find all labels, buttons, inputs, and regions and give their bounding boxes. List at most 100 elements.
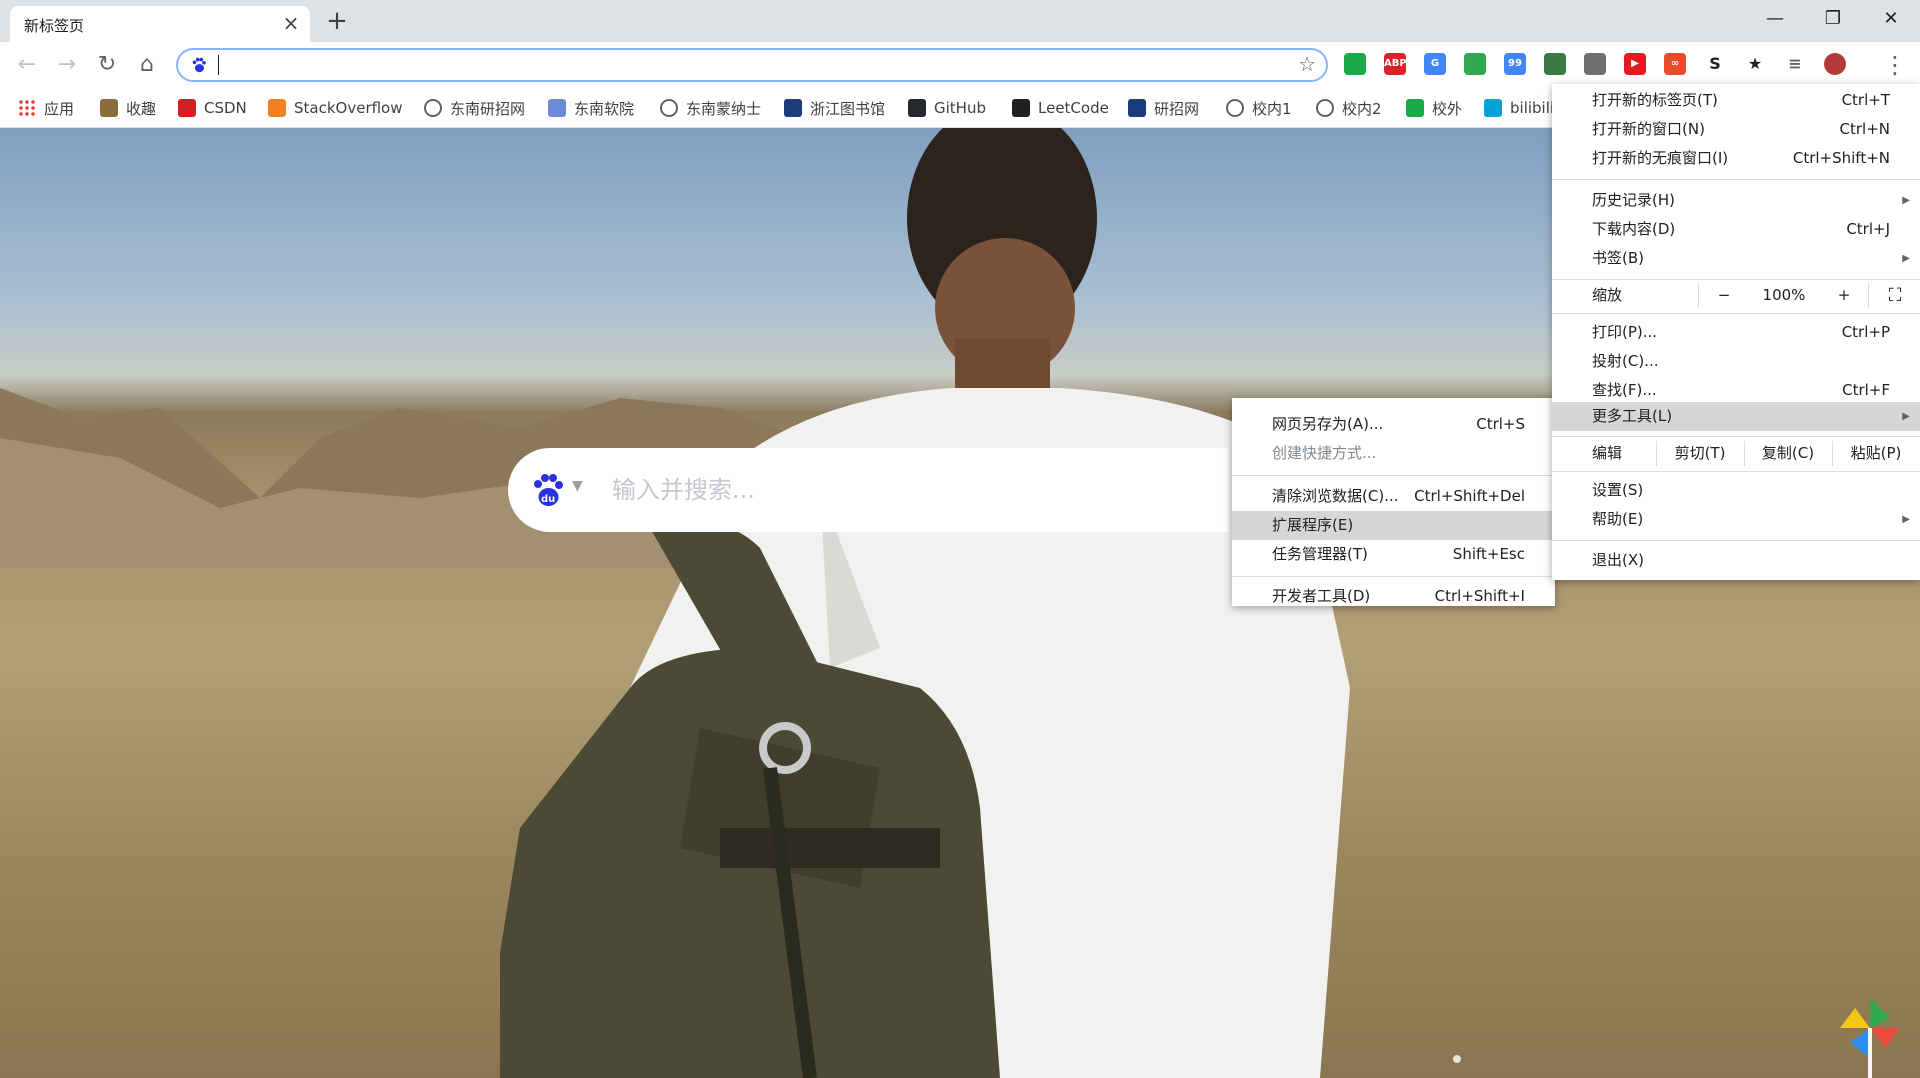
exit-item[interactable]: 退出(X) xyxy=(1552,546,1920,575)
bookmark-item[interactable]: 东南研招网 xyxy=(424,94,525,122)
menu-kebab-icon[interactable]: ⋮ xyxy=(1880,50,1910,80)
history-item[interactable]: 历史记录(H) ▶ xyxy=(1552,186,1920,215)
globe-icon xyxy=(424,99,442,117)
gamepad-extension[interactable] xyxy=(1584,53,1606,75)
save-page-as-item[interactable]: 网页另存为(A)... Ctrl+S xyxy=(1232,410,1555,439)
translate-extension[interactable]: G xyxy=(1424,53,1446,75)
downloads-item[interactable]: 下载内容(D) Ctrl+J xyxy=(1552,215,1920,244)
bilibili-icon xyxy=(1484,99,1502,117)
adblock-plus-extension[interactable]: ABP xyxy=(1384,53,1407,75)
profile-avatar[interactable] xyxy=(1824,53,1846,75)
bookmark-item[interactable]: 东南蒙纳士 xyxy=(660,94,761,122)
close-window-button[interactable]: ✕ xyxy=(1868,4,1914,34)
s-extension[interactable]: S xyxy=(1704,53,1726,75)
new-tab-button[interactable]: + xyxy=(322,8,352,36)
apps-grid-icon xyxy=(18,99,36,117)
create-shortcut-item: 创建快捷方式... xyxy=(1232,439,1555,468)
tab-title: 新标签页 xyxy=(24,17,85,35)
bookmark-item[interactable]: 研招网 xyxy=(1128,94,1199,122)
seu-seal-icon xyxy=(548,99,566,117)
home-icon[interactable]: ⌂ xyxy=(132,50,162,80)
star-extension[interactable]: ★ xyxy=(1744,53,1766,75)
task-manager-item[interactable]: 任务管理器(T) Shift+Esc xyxy=(1232,540,1555,569)
bookmark-item[interactable]: StackOverflow xyxy=(268,94,403,122)
menu-item-label: 清除浏览数据(C)... xyxy=(1272,487,1399,505)
bookmarks-item[interactable]: 书签(B) ▶ xyxy=(1552,244,1920,273)
baidu-logo-icon[interactable]: du xyxy=(528,470,568,510)
bookmark-label: 东南蒙纳士 xyxy=(686,99,762,118)
menu-item-shortcut: Ctrl+T xyxy=(1841,91,1890,109)
edit-row: 编辑 剪切(T) 复制(C) 粘贴(P) xyxy=(1552,439,1920,470)
bookmark-label: 研招网 xyxy=(1154,99,1200,118)
cut-button[interactable]: 剪切(T) xyxy=(1656,439,1744,468)
search-input[interactable] xyxy=(612,470,1172,510)
bookmark-item[interactable]: 校内1 xyxy=(1226,94,1292,122)
submenu-arrow-icon: ▶ xyxy=(1902,253,1910,264)
bookmark-item[interactable]: bilibili xyxy=(1484,94,1554,122)
library-icon xyxy=(784,99,802,117)
new-tab-item[interactable]: 打开新的标签页(T) Ctrl+T xyxy=(1552,86,1920,115)
bookmark-item[interactable]: LeetCode xyxy=(1012,94,1109,122)
restore-button[interactable]: ❐ xyxy=(1810,4,1856,34)
zoom-row: 缩放 − 100% + ⛶ xyxy=(1552,281,1920,312)
badge-extension[interactable]: 99 xyxy=(1504,53,1526,75)
menu-item-shortcut: Ctrl+J xyxy=(1846,220,1890,238)
bookmark-item[interactable]: 应用 xyxy=(18,94,74,122)
cast-item[interactable]: 投射(C)... xyxy=(1552,347,1920,376)
bookmark-item[interactable]: 东南软院 xyxy=(548,94,634,122)
fullscreen-icon[interactable]: ⛶ xyxy=(1870,281,1920,310)
print-item[interactable]: 打印(P)... Ctrl+P xyxy=(1552,318,1920,347)
menu-item-label: 投射(C)... xyxy=(1592,352,1659,370)
find-item[interactable]: 查找(F)... Ctrl+F xyxy=(1552,376,1920,405)
tab-close-icon[interactable]: × xyxy=(280,12,302,34)
more-tools-submenu: 网页另存为(A)... Ctrl+S 创建快捷方式... 清除浏览数据(C)..… xyxy=(1232,398,1555,606)
extensions-item[interactable]: 扩展程序(E) xyxy=(1232,511,1555,540)
menu-divider xyxy=(1552,279,1920,280)
menu-item-label: 更多工具(L) xyxy=(1592,407,1673,425)
pinwheel-icon[interactable] xyxy=(1840,998,1900,1078)
new-incognito-window-item[interactable]: 打开新的无痕窗口(I) Ctrl+Shift+N xyxy=(1552,144,1920,173)
developer-tools-item[interactable]: 开发者工具(D) Ctrl+Shift+I xyxy=(1232,582,1555,611)
map-extension[interactable] xyxy=(1544,53,1566,75)
clear-browsing-data-item[interactable]: 清除浏览数据(C)... Ctrl+Shift+Del xyxy=(1232,482,1555,511)
chrome-main-menu: 打开新的标签页(T) Ctrl+T 打开新的窗口(N) Ctrl+N 打开新的无… xyxy=(1552,84,1920,580)
bookmark-star-icon[interactable]: ☆ xyxy=(1298,52,1316,76)
bookmark-label: 浙江图书馆 xyxy=(810,99,886,118)
compass-extension[interactable] xyxy=(1464,53,1486,75)
settings-item[interactable]: 设置(S) xyxy=(1552,476,1920,505)
submenu-arrow-icon: ▶ xyxy=(1902,514,1910,525)
engine-dropdown-icon[interactable]: ▼ xyxy=(572,478,583,494)
address-bar[interactable]: ☆ xyxy=(176,48,1328,82)
minimize-button[interactable]: — xyxy=(1752,4,1798,34)
bookmark-item[interactable]: 校内2 xyxy=(1316,94,1382,122)
shouqu-icon xyxy=(100,99,118,117)
bookmark-item[interactable]: 校外 xyxy=(1406,94,1462,122)
new-window-item[interactable]: 打开新的窗口(N) Ctrl+N xyxy=(1552,115,1920,144)
bookmark-item[interactable]: 浙江图书馆 xyxy=(784,94,885,122)
reload-icon[interactable]: ↻ xyxy=(92,50,122,80)
edit-label: 编辑 xyxy=(1592,444,1623,462)
more-tools-item[interactable]: 更多工具(L) ▶ xyxy=(1552,402,1920,431)
zoom-label: 缩放 xyxy=(1592,286,1623,304)
menu-item-shortcut: Ctrl+S xyxy=(1476,415,1525,433)
shield-extension[interactable] xyxy=(1344,53,1366,75)
paste-button[interactable]: 粘贴(P) xyxy=(1832,439,1920,468)
media-extension[interactable]: ≡ xyxy=(1784,53,1806,75)
video-extension[interactable]: ▶ xyxy=(1624,53,1646,75)
carousel-dot[interactable] xyxy=(1453,1055,1461,1063)
back-arrow-icon[interactable]: ← xyxy=(12,50,42,80)
bookmark-label: 校内2 xyxy=(1342,99,1382,118)
bookmark-item[interactable]: 收趣 xyxy=(100,94,156,122)
infinity-extension[interactable]: ∞ xyxy=(1664,53,1686,75)
copy-button[interactable]: 复制(C) xyxy=(1744,439,1832,468)
menu-item-label: 书签(B) xyxy=(1592,249,1644,267)
forward-arrow-icon[interactable]: → xyxy=(52,50,82,80)
help-item[interactable]: 帮助(E) ▶ xyxy=(1552,505,1920,534)
zoom-out-button[interactable]: − xyxy=(1704,281,1744,310)
bookmark-item[interactable]: GitHub xyxy=(908,94,986,122)
menu-item-label: 打开新的标签页(T) xyxy=(1592,91,1718,109)
tab-new-tab[interactable]: 新标签页 × xyxy=(10,6,310,42)
bookmark-label: StackOverflow xyxy=(294,99,403,117)
zoom-in-button[interactable]: + xyxy=(1824,281,1864,310)
bookmark-item[interactable]: CSDN xyxy=(178,94,247,122)
